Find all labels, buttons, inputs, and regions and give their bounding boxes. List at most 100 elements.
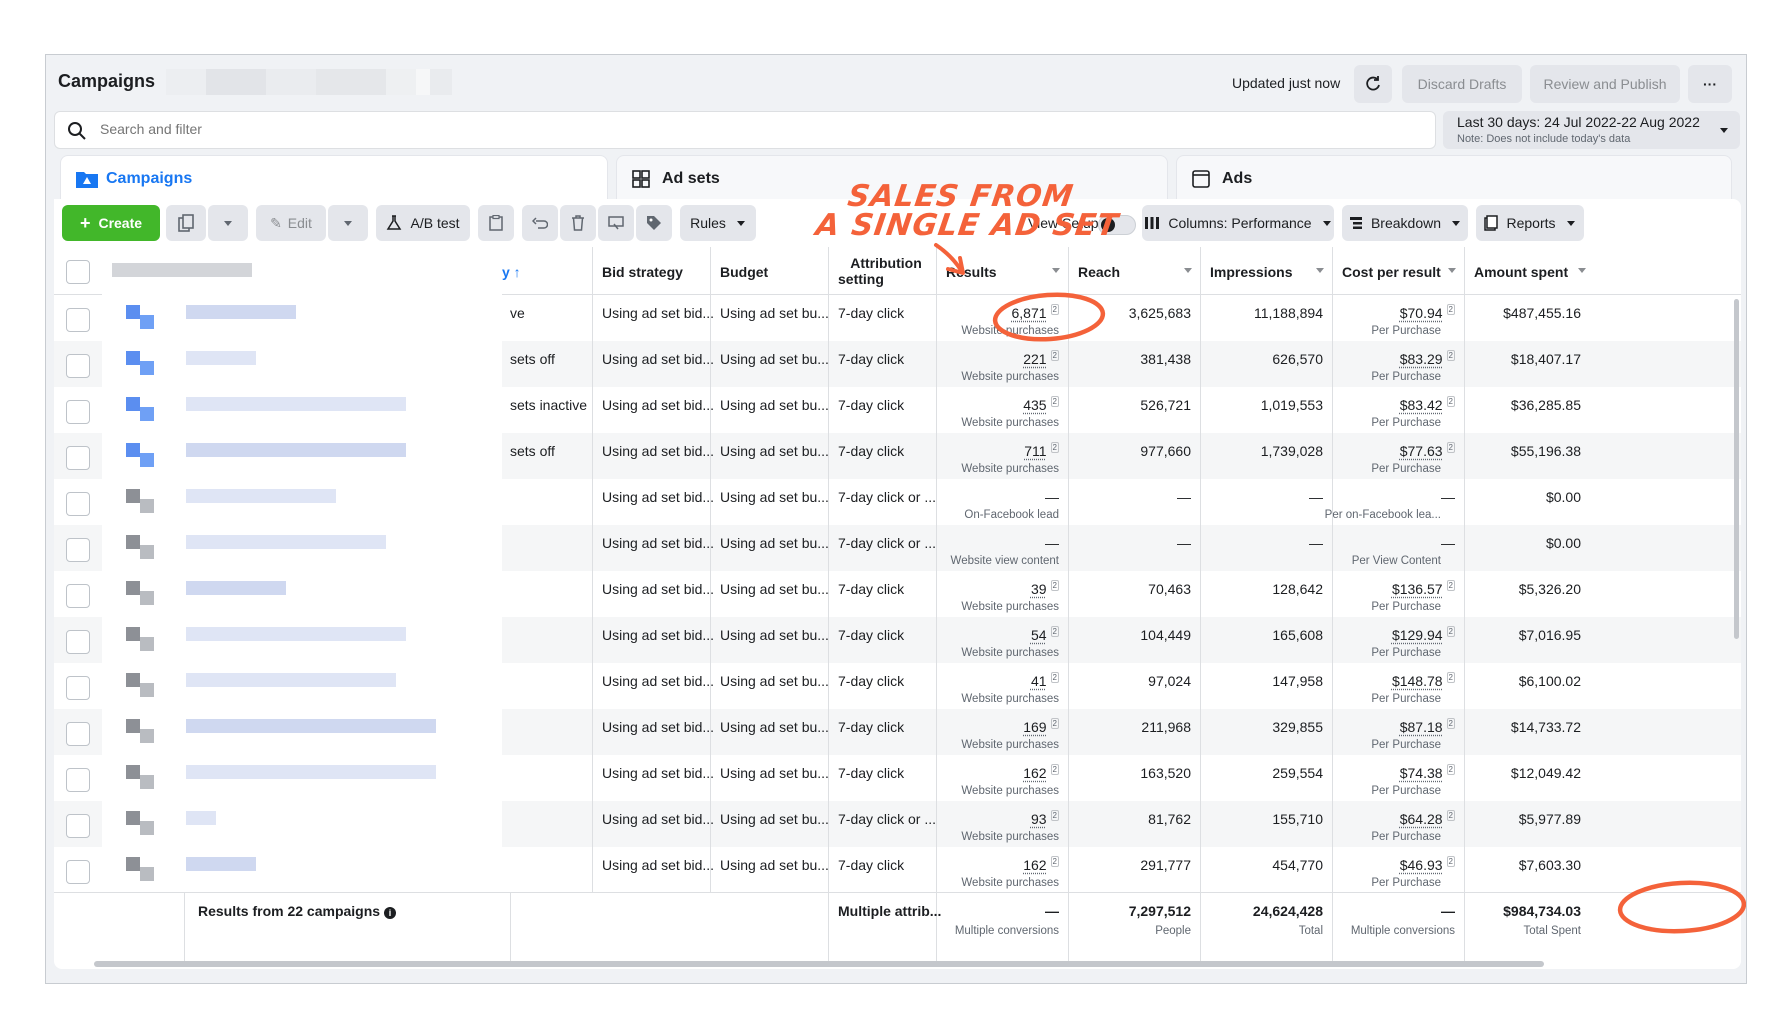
impressions-cell: —: [1309, 535, 1323, 551]
results-cell[interactable]: —: [1045, 535, 1059, 551]
cost-per-result-cell[interactable]: $46.93 2: [1400, 856, 1455, 873]
row-checkbox[interactable]: [66, 492, 90, 516]
row-checkbox[interactable]: [66, 538, 90, 562]
results-cell[interactable]: 162 2: [1023, 764, 1059, 781]
cost-per-result-cell[interactable]: $136.57 2: [1392, 580, 1455, 597]
col-attribution[interactable]: Attribution setting: [828, 247, 936, 295]
col-delivery[interactable]: y ↑: [502, 247, 592, 295]
results-value: 221: [1023, 351, 1047, 367]
columns-button[interactable]: Columns: Performance: [1142, 205, 1334, 241]
sort-caret-icon: [1578, 268, 1586, 273]
row-checkbox[interactable]: [66, 446, 90, 470]
review-and-publish-button[interactable]: Review and Publish: [1530, 65, 1680, 103]
footnote-marker: 2: [1446, 718, 1455, 729]
info-icon[interactable]: i: [383, 907, 396, 919]
col-results[interactable]: Results: [936, 247, 1068, 295]
discard-drafts-button[interactable]: Discard Drafts: [1402, 65, 1522, 103]
impressions-cell: 1,019,553: [1260, 397, 1323, 413]
cost-per-result-cell[interactable]: $70.94 2: [1400, 304, 1455, 321]
delete-button[interactable]: [560, 205, 596, 241]
results-cell[interactable]: 54 2: [1031, 626, 1059, 643]
horizontal-scrollbar[interactable]: [94, 961, 1544, 967]
totals-label: Results from 22 campaigns i: [198, 903, 396, 919]
results-cell[interactable]: 711 2: [1024, 442, 1059, 459]
col-reach[interactable]: Reach: [1068, 247, 1200, 295]
select-all-checkbox[interactable]: [66, 260, 90, 284]
results-cell[interactable]: 6,871 2: [1012, 304, 1059, 321]
results-cell[interactable]: 221 2: [1023, 350, 1059, 367]
col-amount-spent[interactable]: Amount spent: [1464, 247, 1594, 295]
row-checkbox[interactable]: [66, 768, 90, 792]
cost-per-result-cell[interactable]: $83.42 2: [1400, 396, 1455, 413]
refresh-button[interactable]: [1354, 65, 1392, 103]
ab-test-button[interactable]: A/B test: [376, 205, 470, 241]
row-checkbox[interactable]: [66, 860, 90, 884]
col-cost-per-result[interactable]: Cost per result: [1332, 247, 1464, 295]
amount-spent-cell: $0.00: [1545, 535, 1581, 551]
amount-spent-cell: $7,016.95: [1518, 627, 1581, 643]
cost-per-result-cell[interactable]: $87.18 2: [1400, 718, 1455, 735]
tab-campaigns[interactable]: Campaigns: [60, 155, 608, 201]
cost-per-result-cell[interactable]: $74.38 2: [1400, 764, 1455, 781]
campaign-icon-redacted: [140, 453, 154, 467]
vertical-scrollbar[interactable]: [1734, 299, 1739, 639]
footnote-marker: 2: [1050, 396, 1059, 407]
preview-icon: [608, 216, 624, 230]
row-checkbox[interactable]: [66, 400, 90, 424]
cost-per-result-cell[interactable]: $148.78 2: [1392, 672, 1455, 689]
chevron-down-icon: [736, 221, 745, 226]
results-cell[interactable]: —: [1045, 489, 1059, 505]
col-budget[interactable]: Budget: [710, 247, 828, 295]
tab-ads[interactable]: Ads: [1176, 155, 1732, 201]
cost-per-result-cell[interactable]: $64.28 2: [1399, 810, 1455, 827]
date-range-picker[interactable]: Last 30 days: 24 Jul 2022-22 Aug 2022 No…: [1443, 111, 1740, 149]
clipboard-button[interactable]: [478, 205, 514, 241]
row-checkbox[interactable]: [66, 676, 90, 700]
tag-button[interactable]: [636, 205, 672, 241]
results-cell[interactable]: 435 2: [1023, 396, 1059, 413]
row-checkbox[interactable]: [66, 814, 90, 838]
cost-per-result-cell[interactable]: —: [1441, 535, 1455, 551]
cost-per-result-cell[interactable]: $77.63 2: [1400, 442, 1455, 459]
breakdown-button[interactable]: Breakdown: [1342, 205, 1468, 241]
footnote-marker: 2: [1050, 304, 1059, 315]
cost-per-result-cell[interactable]: $83.29 2: [1400, 350, 1455, 367]
folder-icon: [76, 172, 98, 188]
results-cell[interactable]: 169 2: [1023, 718, 1059, 735]
results-cell[interactable]: 93 2: [1031, 810, 1059, 827]
edit-dropdown[interactable]: [328, 205, 368, 241]
cost-per-result-cell[interactable]: —: [1441, 489, 1455, 505]
campaign-name-redacted: [186, 765, 436, 779]
rules-button[interactable]: Rules: [680, 205, 756, 241]
col-bid-strategy[interactable]: Bid strategy: [592, 247, 710, 295]
duplicate-dropdown[interactable]: [208, 205, 248, 241]
campaign-icon-redacted: [140, 407, 154, 421]
row-checkbox[interactable]: [66, 630, 90, 654]
search-bar[interactable]: [54, 111, 1436, 149]
results-cell[interactable]: 41 2: [1031, 672, 1059, 689]
delivery-status: sets off: [510, 351, 555, 367]
amount-spent-cell: $5,977.89: [1518, 811, 1581, 827]
undo-button[interactable]: [522, 205, 558, 241]
col-impressions[interactable]: Impressions: [1200, 247, 1332, 295]
row-checkbox[interactable]: [66, 584, 90, 608]
cost-per-result-value: $64.28: [1399, 811, 1443, 827]
results-cell[interactable]: 162 2: [1023, 856, 1059, 873]
more-options-button[interactable]: ···: [1688, 65, 1732, 103]
row-checkbox[interactable]: [66, 308, 90, 332]
reports-button[interactable]: Reports: [1476, 205, 1584, 241]
search-input[interactable]: [100, 121, 700, 137]
impressions-cell: 626,570: [1272, 351, 1323, 367]
attribution-cell: 7-day click: [838, 627, 905, 643]
campaign-name-redacted: [186, 857, 256, 871]
row-checkbox[interactable]: [66, 722, 90, 746]
preview-button[interactable]: [598, 205, 634, 241]
cost-per-result-cell[interactable]: $129.94 2: [1392, 626, 1455, 643]
col-impressions-label: Impressions: [1210, 264, 1293, 280]
create-button[interactable]: + Create: [62, 205, 160, 241]
attribution-cell: 7-day click: [838, 765, 905, 781]
edit-button[interactable]: ✎ Edit: [256, 205, 326, 241]
duplicate-button[interactable]: [166, 205, 206, 241]
row-checkbox[interactable]: [66, 354, 90, 378]
results-cell[interactable]: 39 2: [1031, 580, 1059, 597]
